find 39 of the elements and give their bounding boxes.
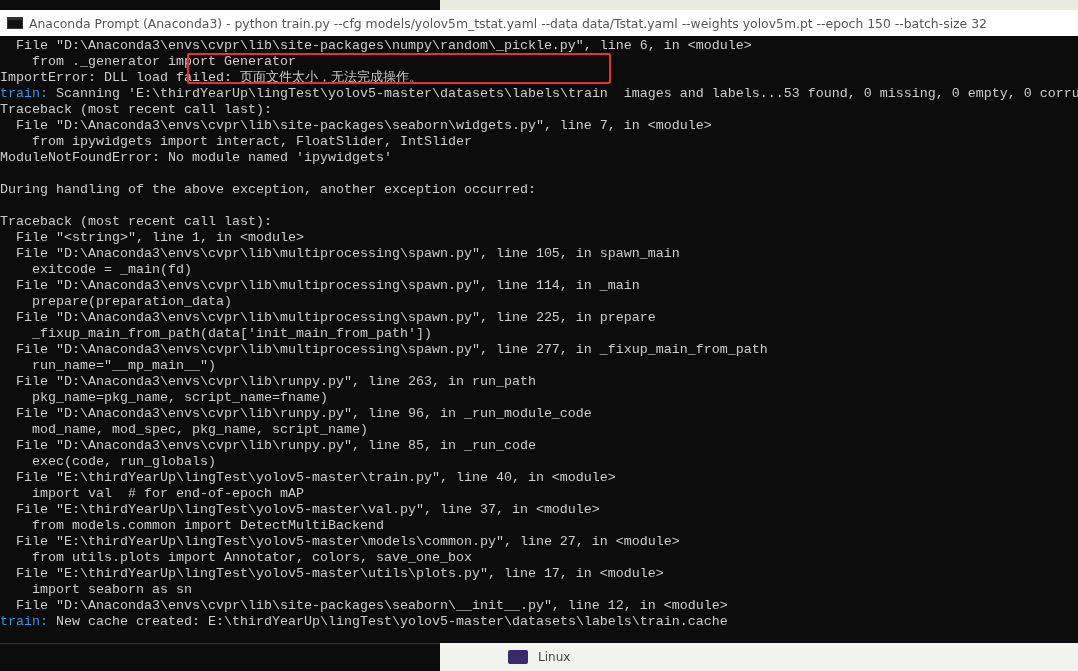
log-prefix: train: [0,614,48,629]
terminal-icon [7,17,23,29]
app-icon [508,650,528,664]
console-line: File "<string>", line 1, in <module> [15,230,304,245]
console-line: New cache created: E:\thirdYearUp\lingTest\yolov5-master\datasets\labels\train.cache [55,614,728,629]
item-label: Linux [538,650,571,664]
console-line: File "D:\Anaconda3\envs\cvpr\lib\multiprocessing\spawn.py", line 225, in prepare [15,310,656,325]
console-line: File "E:\thirdYearUp\lingTest\yolov5-master\train.py", line 40, in <module> [15,470,616,485]
console-line: exitcode = _main(fd) [31,262,192,277]
log-prefix: train: [0,86,48,101]
console-line: File "D:\Anaconda3\envs\cvpr\lib\runpy.py", line 85, in _run_code [15,438,536,453]
window-title: Anaconda Prompt (Anaconda3) - python train.py --cfg models/yolov5m_tstat.yaml --data data/Tstat.yaml --weights yolov5m.pt --epoch 150 --batch-size 32 [29,15,987,31]
console-line: mod_name, mod_spec, pkg_name, script_name) [31,422,368,437]
console-line: File "D:\Anaconda3\envs\cvpr\lib\multiprocessing\spawn.py", line 277, in _fixup_main_from_path [15,342,768,357]
console-line: run_name="__mp_main__") [31,358,216,373]
console-line: Traceback (most recent call last): [0,102,272,117]
console-line: File "E:\thirdYearUp\lingTest\yolov5-master\utils\plots.py", line 17, in <module> [15,566,664,581]
console-line: File "D:\Anaconda3\envs\cvpr\lib\site-packages\seaborn\__init__.py", line 12, in <module> [15,598,728,613]
console-line: File "E:\thirdYearUp\lingTest\yolov5-master\val.py", line 37, in <module> [15,502,600,517]
console-line: pkg_name=pkg_name, script_name=fname) [31,390,328,405]
console-line: prepare(preparation_data) [31,294,232,309]
console-line: File "D:\Anaconda3\envs\cvpr\lib\runpy.py", line 263, in run_path [15,374,536,389]
console-line: File "E:\thirdYearUp\lingTest\yolov5-master\models\common.py", line 27, in <module> [15,534,680,549]
console-line: from utils.plots import Annotator, colors, save_one_box [31,550,472,565]
console-line: from ipywidgets import interact, FloatSlider, IntSlider [31,134,472,149]
console-line: File "D:\Anaconda3\envs\cvpr\lib\multiprocessing\spawn.py", line 114, in _main [15,278,640,293]
console-line: ModuleNotFoundError: No module named 'ipywidgets' [0,150,392,165]
console-line: Traceback (most recent call last): [0,214,272,229]
console-line: File "D:\Anaconda3\envs\cvpr\lib\runpy.py", line 96, in _run_module_code [15,406,592,421]
console-line: File "D:\Anaconda3\envs\cvpr\lib\multiprocessing\spawn.py", line 105, in spawn_main [15,246,680,261]
console-line: from models.common import DetectMultiBackend [31,518,384,533]
console-line: _fixup_main_from_path(data['init_main_from_path']) [31,326,432,341]
console-line: Scanning 'E:\thirdYearUp\lingTest\yolov5-master\datasets\labels\train images and labels...53 found, 0 missing, 0 empty, 0 corru [55,86,1078,101]
console-line: File "D:\Anaconda3\envs\cvpr\lib\site-packages\seaborn\widgets.py", line 7, in <module> [15,118,712,133]
console-line: import val # for end-of-epoch mAP [31,486,304,501]
console-line: import seaborn as sn [31,582,192,597]
console-line: File "D:\Anaconda3\envs\cvpr\lib\site-packages\numpy\random\_pickle.py", line 6, in <module> [15,38,752,53]
console-line: During handling of the above exception, another exception occurred: [0,182,536,197]
console-line: exec(code, run_globals) [31,454,216,469]
